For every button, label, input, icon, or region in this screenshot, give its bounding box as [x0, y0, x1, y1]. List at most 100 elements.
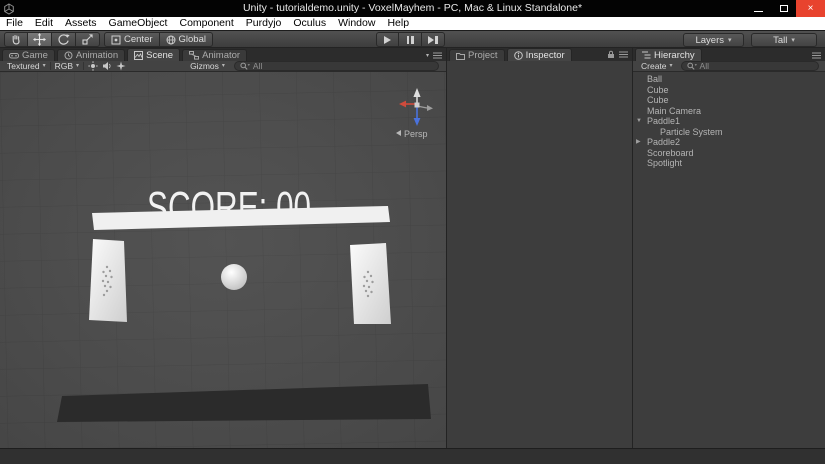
playmode-controls	[376, 32, 445, 47]
status-bar	[0, 448, 825, 464]
titlebar: Unity - tutorialdemo.unity - VoxelMayhem…	[0, 0, 825, 17]
move-icon	[33, 33, 46, 46]
scale-tool-button[interactable]	[76, 32, 100, 47]
ball[interactable]	[221, 264, 247, 290]
shading-mode-dropdown[interactable]: Textured ▾	[3, 61, 50, 72]
hierarchy-item-paddle2[interactable]: ▶ Paddle2	[633, 137, 825, 148]
tab-game[interactable]: Game	[2, 49, 55, 61]
left-tabbar: Game Animation Scene Animator ▾	[0, 48, 446, 61]
center-pivot-icon	[111, 35, 121, 45]
lock-icon[interactable]	[607, 50, 615, 59]
hierarchy-item-main-camera[interactable]: Main Camera	[633, 106, 825, 117]
hierarchy-panel: Hierarchy Create ▾ All Ball Cube Cube Ma…	[633, 48, 825, 448]
inspector-empty-content	[447, 61, 632, 448]
paddle-right[interactable]	[350, 243, 391, 324]
foldout-closed-icon[interactable]: ▶	[636, 139, 647, 145]
layout-label: Tall	[773, 35, 787, 46]
gamepad-icon	[9, 51, 19, 60]
chevron-down-icon: ▾	[670, 63, 673, 69]
paddle-left[interactable]	[89, 239, 127, 322]
layers-dropdown[interactable]: Layers ▾	[683, 33, 744, 47]
tab-animator[interactable]: Animator	[182, 49, 247, 61]
step-button[interactable]	[422, 32, 445, 47]
search-scope-label: All	[253, 62, 262, 71]
scene-toggles	[84, 61, 130, 71]
hierarchy-item-cube-2[interactable]: Cube	[633, 95, 825, 106]
pane-menu-icon[interactable]	[619, 51, 628, 58]
gizmos-dropdown[interactable]: Gizmos ▾	[186, 61, 229, 72]
hierarchy-item-particle-system[interactable]: Particle System	[633, 127, 825, 138]
menu-purdyjo[interactable]: Purdyjo	[240, 17, 288, 30]
layout-dropdown[interactable]: Tall ▾	[751, 33, 817, 47]
pane-menu-icon[interactable]	[812, 52, 821, 59]
minimize-button[interactable]	[746, 0, 771, 17]
hierarchy-item-scoreboard[interactable]: Scoreboard	[633, 148, 825, 159]
tab-scene[interactable]: Scene	[127, 48, 180, 61]
menu-file[interactable]: File	[0, 17, 29, 30]
step-icon	[428, 36, 434, 44]
hierarchy-item-cube[interactable]: Cube	[633, 85, 825, 96]
chevron-down-icon: ▾	[728, 37, 732, 44]
maximize-button[interactable]	[771, 0, 796, 17]
folder-icon	[456, 52, 465, 60]
menu-help[interactable]: Help	[381, 17, 415, 30]
scale-icon	[81, 33, 94, 46]
effects-toggle-icon[interactable]	[116, 61, 126, 71]
chevron-down-icon: ▾	[791, 37, 795, 44]
hierarchy-item-ball[interactable]: Ball	[633, 74, 825, 85]
scene-viewport[interactable]: SCORE: 00	[0, 72, 446, 448]
rotate-tool-button[interactable]	[52, 32, 76, 47]
hand-icon	[10, 33, 23, 46]
menu-bar: File Edit Assets GameObject Component Pu…	[0, 17, 825, 30]
menu-gameobject[interactable]: GameObject	[103, 17, 174, 30]
scene-search-field[interactable]: All	[234, 61, 439, 71]
persp-label: Persp	[404, 129, 428, 139]
pause-button[interactable]	[399, 32, 422, 47]
transform-tools	[4, 32, 100, 47]
pane-dropdown-icon[interactable]: ▾	[426, 53, 429, 59]
render-channel-dropdown[interactable]: RGB ▾	[51, 61, 83, 72]
space-toggle-button[interactable]: Global	[160, 32, 213, 47]
menu-oculus[interactable]: Oculus	[287, 17, 332, 30]
scene-panel: Game Animation Scene Animator ▾ Textured…	[0, 48, 446, 448]
tab-hierarchy[interactable]: Hierarchy	[635, 48, 702, 61]
close-button[interactable]: ×	[796, 0, 825, 17]
hand-tool-button[interactable]	[4, 32, 28, 47]
hierarchy-search-field[interactable]: All	[681, 61, 819, 71]
create-menu-button[interactable]: Create ▾	[636, 61, 678, 72]
menu-edit[interactable]: Edit	[29, 17, 59, 30]
play-button[interactable]	[376, 32, 399, 47]
window-title: Unity - tutorialdemo.unity - VoxelMayhem…	[0, 0, 825, 17]
move-tool-button[interactable]	[28, 32, 52, 47]
scene-view-toolbar: Textured ▾ RGB ▾ Gizmos ▾ All	[0, 61, 446, 72]
tab-animation[interactable]: Animation	[57, 49, 125, 61]
panel-splitter[interactable]	[446, 48, 447, 448]
menu-component[interactable]: Component	[173, 17, 239, 30]
hierarchy-item-spotlight[interactable]: Spotlight	[633, 158, 825, 169]
panel-splitter[interactable]	[632, 48, 633, 448]
chevron-down-icon: ▾	[222, 63, 225, 69]
chevron-down-icon: ▾	[76, 63, 79, 69]
globe-icon	[166, 35, 176, 45]
middle-tabbar: Project Inspector	[447, 48, 632, 61]
search-icon	[240, 62, 250, 71]
hierarchy-item-paddle1[interactable]: ▼ Paddle1	[633, 116, 825, 127]
pivot-space-toggles: Center Global	[104, 32, 213, 47]
hierarchy-toolbar: Create ▾ All	[633, 61, 825, 72]
menu-assets[interactable]: Assets	[59, 17, 103, 30]
pause-icon	[406, 36, 415, 44]
hierarchy-icon	[642, 51, 651, 59]
audio-toggle-icon[interactable]	[102, 61, 112, 71]
menu-window[interactable]: Window	[332, 17, 381, 30]
pane-menu-icon[interactable]	[433, 52, 442, 59]
play-icon	[384, 36, 391, 44]
tab-project[interactable]: Project	[449, 49, 505, 61]
animator-node-icon	[189, 51, 199, 60]
clock-icon	[64, 51, 73, 60]
pivot-toggle-button[interactable]: Center	[104, 32, 160, 47]
hierarchy-tabbar: Hierarchy	[633, 48, 825, 61]
tab-inspector[interactable]: Inspector	[507, 48, 572, 61]
search-scope-label: All	[700, 62, 709, 71]
foldout-open-icon[interactable]: ▼	[636, 118, 647, 124]
lighting-toggle-icon[interactable]	[88, 61, 98, 71]
